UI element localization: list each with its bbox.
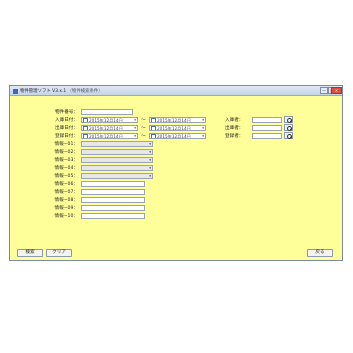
title-bar: 物件管理ソフト V3.x.1 （物件検索条件） — □ × xyxy=(10,86,342,96)
chevron-down-icon: ▾ xyxy=(202,126,204,130)
arrival-date-from[interactable]: 2015年12月14日 ▾ xyxy=(81,117,138,123)
register-person-search-button[interactable] xyxy=(284,132,293,139)
search-icon-handle xyxy=(289,128,293,131)
info-09-label: 情報−09： xyxy=(54,206,78,211)
register-date-from-value: 2015年12月14日 xyxy=(89,134,123,139)
register-date-label: 登録日付： xyxy=(55,134,78,139)
info-10-label: 情報−10： xyxy=(54,214,78,219)
info-08-input[interactable] xyxy=(81,197,145,203)
chevron-down-icon: ▾ xyxy=(134,126,136,130)
arrival-date-from-value: 2015年12月14日 xyxy=(89,118,123,123)
info-10-input[interactable] xyxy=(81,213,145,219)
clear-button[interactable]: クリア xyxy=(46,249,72,257)
search-button[interactable]: 検索 xyxy=(17,249,43,257)
chevron-down-icon: ▾ xyxy=(202,134,204,138)
info-06-input[interactable] xyxy=(81,181,145,187)
arrival-person-search-button[interactable] xyxy=(284,116,293,123)
minimize-button[interactable]: — xyxy=(320,87,328,94)
arrival-person-input[interactable] xyxy=(252,117,282,123)
window-title: 物件管理ソフト V3.x.1 （物件検索条件） xyxy=(20,88,103,94)
register-person-label: 登録者： xyxy=(225,134,244,139)
shipping-person-search-button[interactable] xyxy=(284,124,293,131)
register-date-to[interactable]: 2015年12月14日 ▾ xyxy=(149,133,206,139)
register-date-to-value: 2015年12月14日 xyxy=(157,134,191,139)
chevron-down-icon: ▾ xyxy=(134,118,136,122)
close-button[interactable]: × xyxy=(331,87,342,94)
range-tilde: 〜 xyxy=(141,118,146,123)
info-03-label: 情報−03： xyxy=(54,158,78,163)
calendar-icon xyxy=(151,126,156,130)
app-icon xyxy=(13,88,18,94)
info-06-label: 情報−06： xyxy=(54,182,78,187)
shipping-date-from[interactable]: 2015年12月14日 ▾ xyxy=(81,125,138,131)
shipping-person-label: 出庫者： xyxy=(225,126,244,131)
app-window: 物件管理ソフト V3.x.1 （物件検索条件） — □ × 物件番号： 入庫日付… xyxy=(9,85,343,261)
arrival-person-label: 入庫者： xyxy=(225,118,244,123)
info-07-label: 情報−07： xyxy=(54,190,78,195)
chevron-down-icon: ▾ xyxy=(149,149,151,154)
calendar-icon xyxy=(151,134,156,138)
info-03-select[interactable]: ▾ xyxy=(81,157,153,163)
info-09-input[interactable] xyxy=(81,205,145,211)
shipping-date-to[interactable]: 2015年12月14日 ▾ xyxy=(149,125,206,131)
range-tilde: 〜 xyxy=(141,126,146,131)
range-tilde: 〜 xyxy=(141,134,146,139)
info-07-input[interactable] xyxy=(81,189,145,195)
info-01-select[interactable]: ▾ xyxy=(81,141,153,147)
info-05-select[interactable]: ▾ xyxy=(81,173,153,179)
chevron-down-icon: ▾ xyxy=(134,134,136,138)
shipping-date-label: 出庫日付： xyxy=(55,126,78,131)
info-04-select[interactable]: ▾ xyxy=(81,165,153,171)
calendar-icon xyxy=(151,118,156,122)
window-subtitle: （物件検索条件） xyxy=(67,89,103,94)
info-04-label: 情報−04： xyxy=(54,166,78,171)
shipping-person-input[interactable] xyxy=(252,125,282,131)
calendar-icon xyxy=(83,134,88,138)
info-02-label: 情報−02： xyxy=(54,150,78,155)
calendar-icon xyxy=(83,118,88,122)
window-title-text: 物件管理ソフト V3.x.1 xyxy=(20,89,67,94)
shipping-date-from-value: 2015年12月14日 xyxy=(89,126,123,131)
chevron-down-icon: ▾ xyxy=(149,165,151,170)
arrival-date-to[interactable]: 2015年12月14日 ▾ xyxy=(149,117,206,123)
info-08-label: 情報−08： xyxy=(54,198,78,203)
chevron-down-icon: ▾ xyxy=(202,118,204,122)
property-no-label: 物件番号： xyxy=(55,110,78,115)
chevron-down-icon: ▾ xyxy=(149,173,151,178)
calendar-icon xyxy=(83,126,88,130)
arrival-date-to-value: 2015年12月14日 xyxy=(157,118,191,123)
info-02-select[interactable]: ▾ xyxy=(81,149,153,155)
search-icon-handle xyxy=(289,120,293,123)
chevron-down-icon: ▾ xyxy=(149,141,151,146)
chevron-down-icon: ▾ xyxy=(149,157,151,162)
info-01-label: 情報−01： xyxy=(54,142,78,147)
info-05-label: 情報−05： xyxy=(54,174,78,179)
arrival-date-label: 入庫日付： xyxy=(55,118,78,123)
register-date-from[interactable]: 2015年12月14日 ▾ xyxy=(81,133,138,139)
shipping-date-to-value: 2015年12月14日 xyxy=(157,126,191,131)
search-icon-handle xyxy=(289,136,293,139)
register-person-input[interactable] xyxy=(252,133,282,139)
back-button[interactable]: 戻る xyxy=(307,249,333,257)
property-no-input[interactable] xyxy=(81,109,133,115)
